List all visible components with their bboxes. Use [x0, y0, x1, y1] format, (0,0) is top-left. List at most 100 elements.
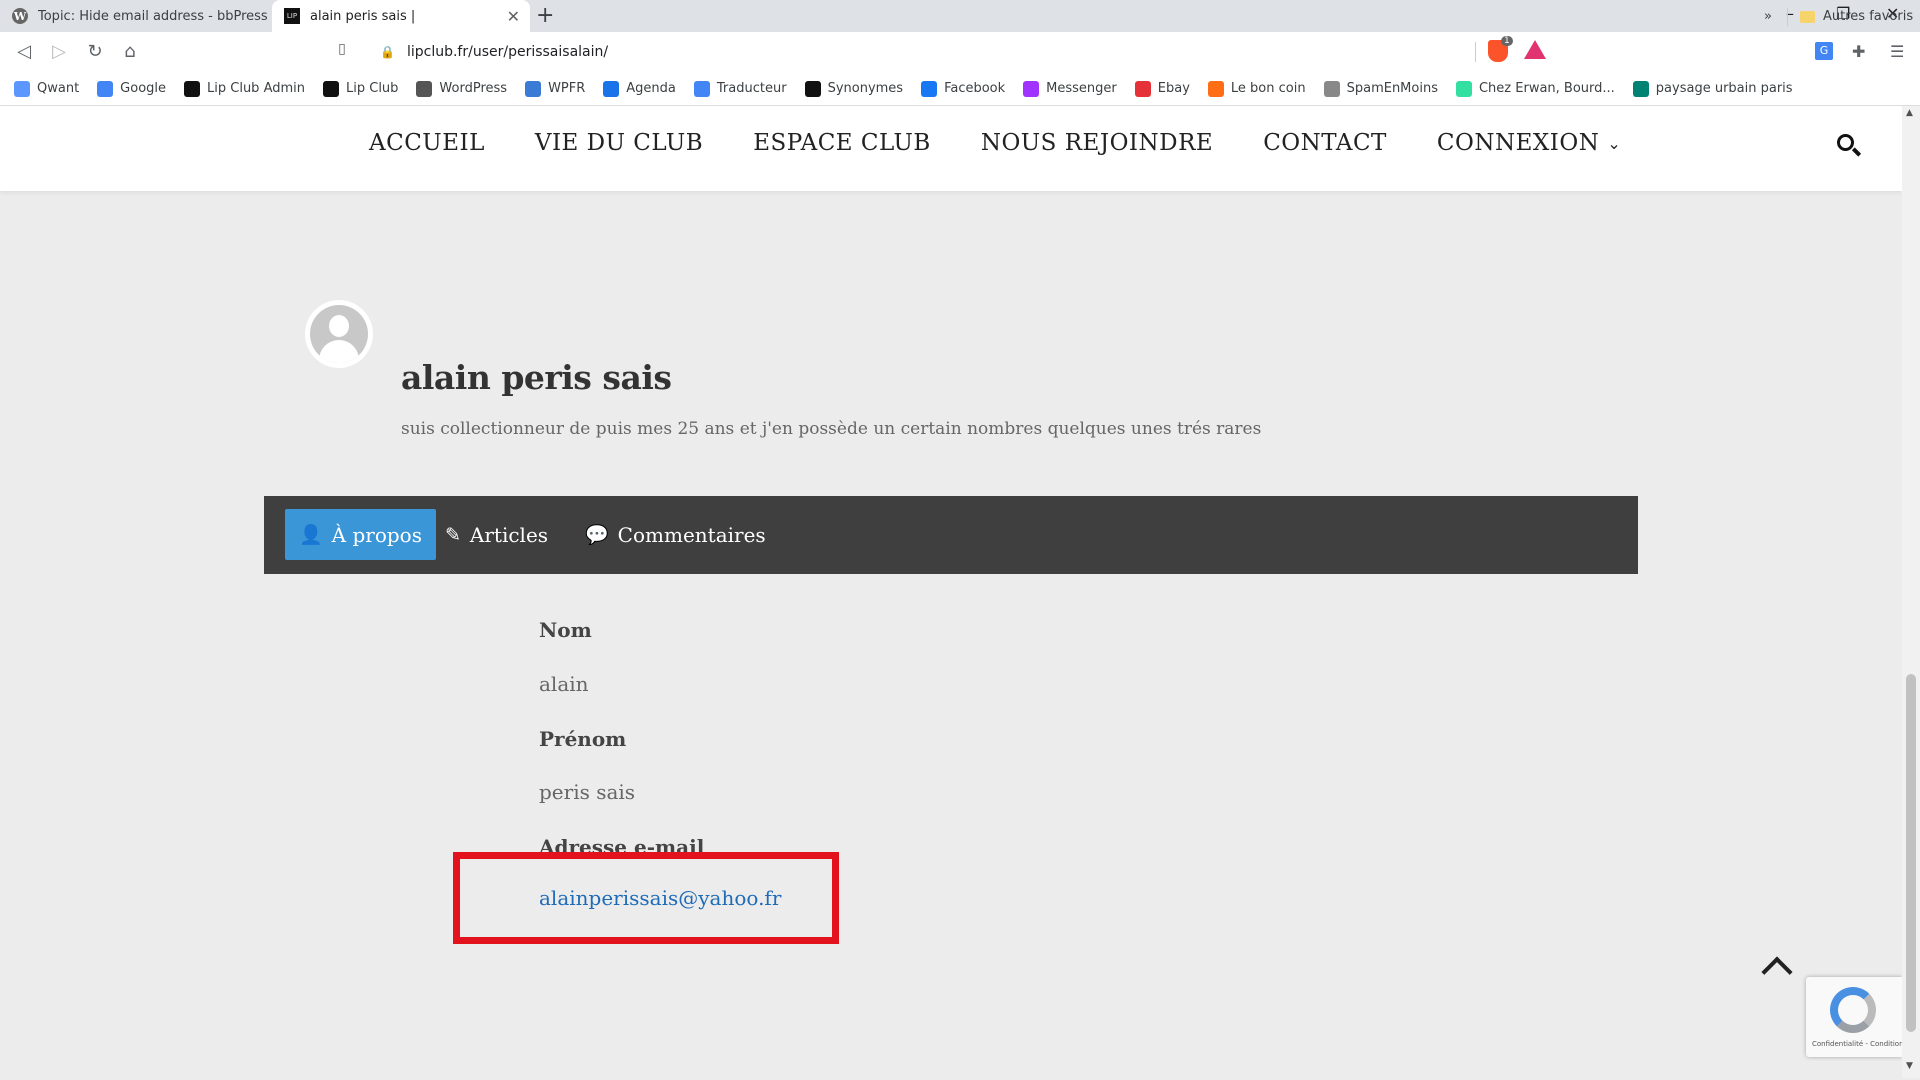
tab-articles[interactable]: ✎ Articles [431, 509, 562, 560]
page-scrollbar[interactable]: ▲ ▼ [1902, 106, 1920, 1078]
bookmark-item[interactable]: Agenda [603, 80, 676, 97]
tab-commentaires[interactable]: 💬 Commentaires [571, 509, 780, 560]
new-tab-button[interactable]: + [536, 3, 554, 28]
bookmark-label: Qwant [37, 81, 80, 96]
bookmark-label: Messenger [1046, 81, 1117, 96]
field-value-prenom: peris sais [539, 780, 636, 804]
bookmark-label: Chez Erwan, Bourd... [1478, 81, 1615, 96]
bookmark-item[interactable]: Ebay [1134, 80, 1190, 97]
bookmark-label: Le bon coin [1230, 81, 1306, 96]
divider [1475, 42, 1476, 62]
bookmark-label: Traducteur [716, 81, 787, 96]
search-icon[interactable] [1837, 134, 1865, 162]
bookmark-item[interactable]: Traducteur [693, 80, 787, 97]
menu-item-connexion[interactable]: CONNEXION ⌄ [1437, 130, 1621, 156]
menu-item-espace-club[interactable]: ESPACE CLUB [753, 130, 931, 156]
bookmark-item[interactable]: Qwant [14, 80, 80, 97]
field-value-nom: alain [539, 672, 589, 696]
recaptcha-icon [1830, 987, 1876, 1033]
scroll-down-arrow[interactable]: ▼ [1906, 1061, 1913, 1071]
divider [1787, 8, 1788, 26]
extensions-icon[interactable]: ✚ [1852, 42, 1865, 61]
scroll-thumb[interactable] [1906, 674, 1916, 1032]
bookmark-item[interactable]: Le bon coin [1207, 80, 1306, 97]
search-handle [1851, 147, 1862, 157]
translate-extension-icon[interactable]: G [1815, 42, 1833, 60]
avatar-body [319, 340, 359, 363]
tab-a-propos[interactable]: 👤 À propos [285, 509, 436, 560]
scroll-up-arrow[interactable]: ▲ [1906, 108, 1913, 118]
close-tab-icon[interactable]: ✕ [507, 7, 520, 26]
more-bookmarks-button[interactable]: » [1764, 9, 1772, 24]
tab-title: alain peris sais | [310, 8, 416, 24]
bookmark-label: SpamEnMoins [1346, 81, 1438, 96]
tab-bbpress[interactable]: W Topic: Hide email address - bbPress.or [0, 0, 272, 32]
bookmark-item[interactable]: Chez Erwan, Bourd... [1455, 80, 1615, 97]
chevron-up-icon [1761, 956, 1793, 988]
address-bar[interactable]: 🔒 lipclub.fr/user/perissaisalain/ [370, 37, 1555, 67]
recaptcha-footer[interactable]: Confidentialité - Conditions [1812, 1040, 1902, 1048]
brave-rewards-icon[interactable] [1524, 40, 1546, 59]
spam-icon [1323, 80, 1340, 97]
profile-bio: suis collectionneur de puis mes 25 ans e… [401, 419, 1262, 439]
field-label-prenom: Prénom [539, 727, 627, 751]
site-navigation: ACCUEIL VIE DU CLUB ESPACE CLUB NOUS REJ… [0, 106, 1902, 191]
menu-icon[interactable]: ☰ [1890, 42, 1904, 61]
main-menu: ACCUEIL VIE DU CLUB ESPACE CLUB NOUS REJ… [369, 130, 1671, 156]
bookmark-item[interactable]: Google [97, 80, 167, 97]
reload-button[interactable]: ↻ [83, 41, 107, 62]
synonymes-icon [804, 80, 821, 97]
google-icon [97, 80, 114, 97]
wpfr-icon [525, 80, 542, 97]
bookmark-item[interactable]: SpamEnMoins [1323, 80, 1438, 97]
menu-item-accueil[interactable]: ACCUEIL [369, 130, 485, 156]
menu-item-nous-rejoindre[interactable]: NOUS REJOINDRE [981, 130, 1213, 156]
tab-profile[interactable]: LIP alain peris sais | ✕ [272, 0, 530, 32]
bookmark-item[interactable]: Lip Club [323, 80, 398, 97]
brave-shields-badge: 1 [1501, 36, 1513, 46]
bookmark-item[interactable]: WPFR [525, 80, 586, 97]
email-link[interactable]: alainperissais@yahoo.fr [539, 886, 781, 910]
browser-toolbar: ◁ ▷ ↻ ⌂ ▯ 🔒 lipclub.fr/user/perissaisala… [0, 32, 1920, 72]
menu-item-vie-du-club[interactable]: VIE DU CLUB [535, 130, 703, 156]
bookmark-label: Google [120, 81, 167, 96]
bookmark-label: Agenda [626, 81, 676, 96]
bookmark-label: WPFR [548, 81, 586, 96]
calendar-icon [603, 80, 620, 97]
bookmark-item[interactable]: Lip Club Admin [184, 80, 305, 97]
scroll-to-top-button[interactable] [1760, 951, 1793, 988]
translate-icon [693, 80, 710, 97]
browser-tab-bar: W Topic: Hide email address - bbPress.or… [0, 0, 1920, 32]
back-button[interactable]: ◁ [12, 41, 36, 62]
wordpress-icon [416, 80, 433, 97]
bookmark-item[interactable]: paysage urbain paris [1632, 80, 1793, 97]
field-label-nom: Nom [539, 618, 592, 642]
bookmark-label: WordPress [439, 81, 508, 96]
qwant-icon [14, 80, 30, 97]
home-button[interactable]: ⌂ [118, 41, 142, 62]
messenger-icon [1023, 80, 1040, 97]
menu-item-contact[interactable]: CONTACT [1263, 130, 1387, 156]
bookmark-page-icon[interactable]: ▯ [330, 41, 354, 57]
bookmark-item[interactable]: WordPress [416, 80, 508, 97]
bookmark-item[interactable]: Synonymes [804, 80, 904, 97]
bookmark-item[interactable]: Facebook [921, 80, 1005, 97]
chevron-down-icon: ⌄ [1607, 133, 1622, 153]
lock-icon: 🔒 [380, 45, 395, 59]
lipclub-icon [323, 80, 339, 97]
recaptcha-badge[interactable]: Confidentialité - Conditions [1806, 977, 1902, 1057]
pencil-icon: ✎ [445, 523, 461, 546]
comment-icon: 💬 [585, 524, 609, 546]
forward-button[interactable]: ▷ [47, 41, 71, 62]
profile-display-name: alain peris sais [401, 358, 672, 397]
bookmark-item[interactable]: Messenger [1023, 80, 1117, 97]
bookmark-label: Synonymes [827, 81, 904, 96]
other-bookmarks-folder[interactable]: Autres favoris [1800, 9, 1913, 24]
folder-icon [1800, 10, 1815, 23]
facebook-icon [921, 80, 938, 97]
tripadvisor-icon [1455, 80, 1472, 97]
address-url[interactable]: lipclub.fr/user/perissaisalain/ [407, 44, 608, 60]
tab-label: À propos [331, 522, 422, 547]
avatar-head [329, 315, 349, 337]
wordpress-icon: W [12, 8, 28, 24]
